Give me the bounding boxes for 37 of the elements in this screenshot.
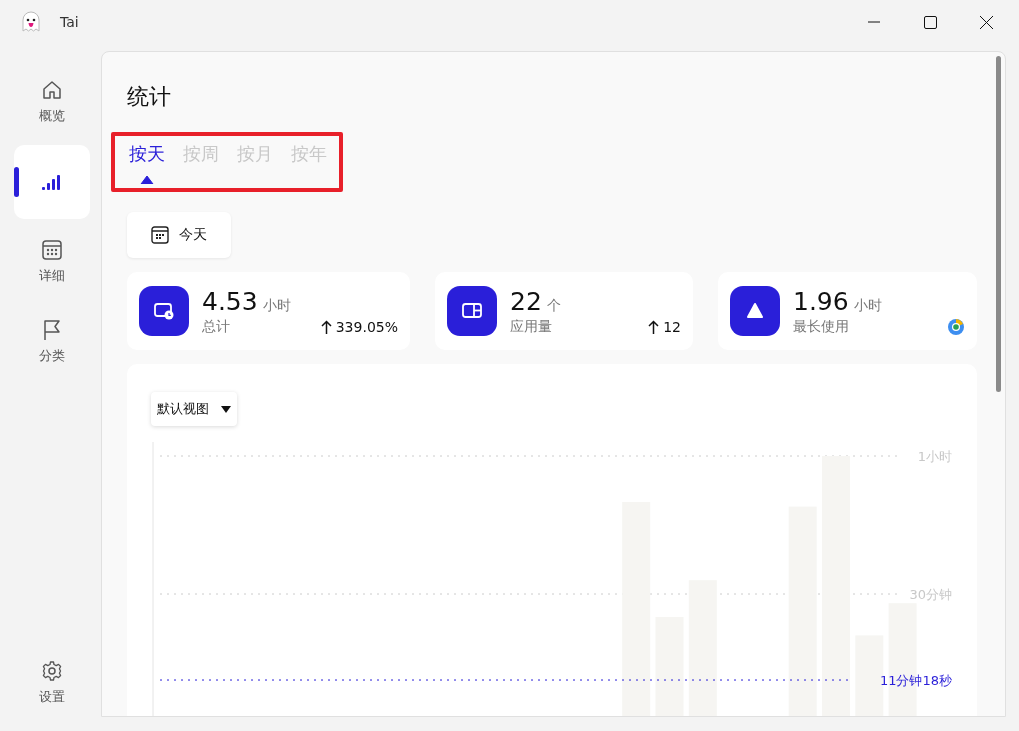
stat-change: 339.05% xyxy=(335,318,398,335)
window-title: Tai xyxy=(60,14,79,30)
settings-button[interactable]: 设置 xyxy=(13,646,90,720)
up-arrow-icon xyxy=(320,319,332,334)
stat-value: 22 xyxy=(510,286,542,316)
selection-indicator xyxy=(13,167,19,197)
date-button[interactable]: 今天 xyxy=(127,212,231,258)
close-icon xyxy=(979,15,993,29)
sidebar-item[interactable]: 概览 xyxy=(13,65,90,139)
scrollbar-thumb[interactable] xyxy=(996,56,1001,392)
stat-unit: 小时 xyxy=(262,296,291,315)
home-icon xyxy=(40,79,63,101)
stat-unit: 个 xyxy=(546,296,561,315)
calendar-icon xyxy=(40,239,63,261)
up-arrow-icon xyxy=(648,319,660,334)
sidebar-item[interactable] xyxy=(13,145,90,219)
page-title: 统计 xyxy=(127,83,172,111)
stat-label: 总计 xyxy=(202,317,230,336)
stat-value: 4.53 xyxy=(202,286,258,316)
caret-icon xyxy=(221,405,231,413)
maximize-icon xyxy=(923,15,937,29)
stat-label: 应用量 xyxy=(510,317,552,336)
stat-value: 1.96 xyxy=(793,286,849,316)
view-dropdown[interactable]: 默认视图 xyxy=(151,392,237,426)
stat-label: 最长使用 xyxy=(793,317,849,336)
stat-change: 12 xyxy=(663,318,681,335)
ghost-logo-icon xyxy=(20,11,42,33)
average-label: 11分钟18秒 xyxy=(879,673,952,688)
screen-clock-icon xyxy=(153,300,175,322)
caret-icon xyxy=(140,175,154,184)
sidebar-item[interactable]: 详细 xyxy=(13,225,90,299)
stat-unit: 小时 xyxy=(853,296,882,315)
sidebar-item[interactable]: 分类 xyxy=(13,305,90,379)
calendar-icon xyxy=(151,226,169,244)
app-icon xyxy=(947,317,965,336)
settings-icon xyxy=(40,660,63,682)
tab[interactable]: 按天 xyxy=(127,142,167,188)
